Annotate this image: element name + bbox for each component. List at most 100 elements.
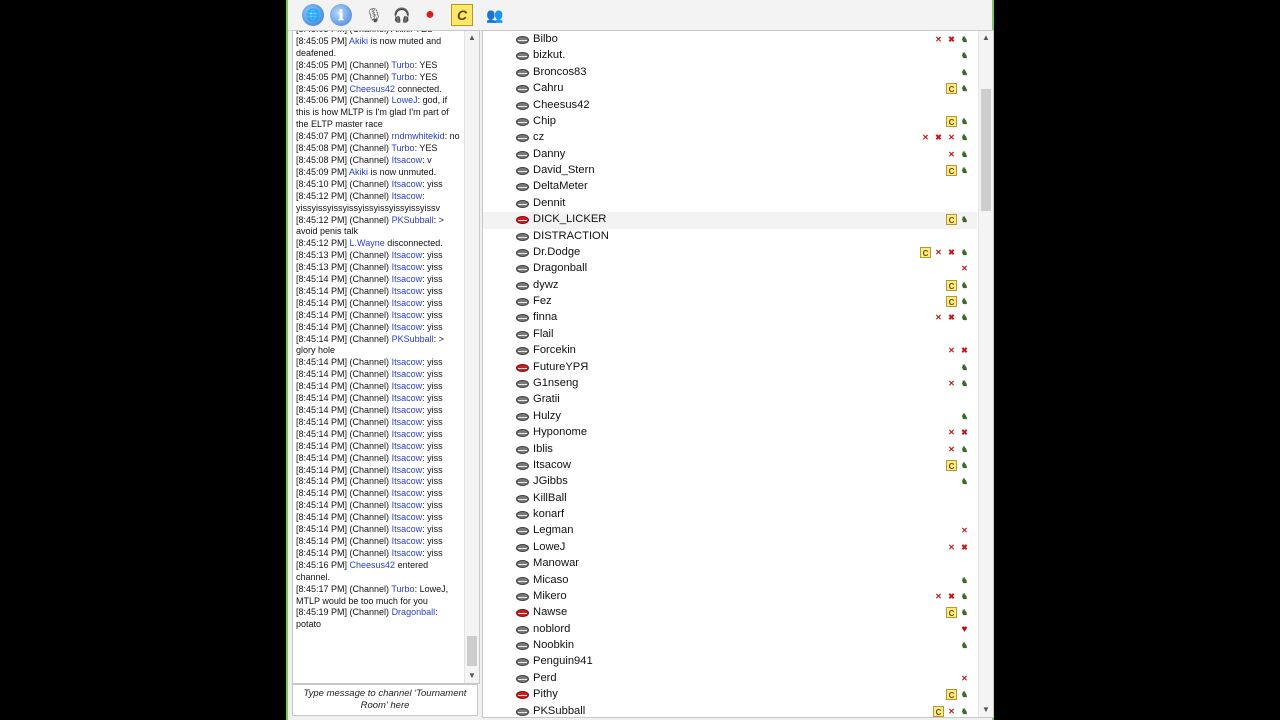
user-list-item[interactable]: Forcekin ✕ ✖	[483, 343, 977, 359]
chat-username-link[interactable]: Itsacow	[392, 536, 423, 546]
chat-username-link[interactable]: Itsacow	[392, 524, 423, 534]
chat-username-link[interactable]: Itsacow	[392, 191, 423, 201]
user-list-item[interactable]: Nawse C ♞	[483, 605, 977, 621]
user-list-item[interactable]: cz ✕ ✖ ✕ ♞	[483, 130, 977, 146]
user-list-item[interactable]: DICK_LICKER C ♞	[483, 212, 977, 229]
user-list-item[interactable]: Cahru C ♞	[483, 81, 977, 97]
user-list-item[interactable]: Hyponome ✕ ✖	[483, 425, 977, 441]
chat-username-link[interactable]: Akiki	[349, 36, 368, 46]
message-input[interactable]: Type message to channel 'Tournament Room…	[292, 684, 478, 716]
user-list-pane[interactable]: Bilbo ✕ ✖ ♞ bizkut. ♞ Broncos83 ♞ Cahru C ♞ Cheesus…	[482, 30, 994, 718]
chat-username-link[interactable]: Itsacow	[392, 500, 423, 510]
user-list-item[interactable]: Dr.Dodge C ✕ ✖ ♞	[483, 245, 977, 261]
users-icon[interactable]: 👥	[484, 4, 506, 26]
headphones-icon[interactable]: 🎧	[391, 4, 413, 26]
user-scroll-thumb[interactable]	[981, 89, 991, 211]
user-list-item[interactable]: Broncos83 ♞	[483, 65, 977, 81]
chat-username-link[interactable]: PKSubball	[392, 215, 434, 225]
chat-username-link[interactable]: Turbo	[391, 60, 414, 70]
user-list-item[interactable]: FutureYPЯ ♞	[483, 360, 977, 376]
chat-scrollbar[interactable]: ▲ ▼	[464, 31, 479, 683]
chat-username-link[interactable]: Itsacow	[392, 357, 423, 367]
chat-username-link[interactable]: Turbo	[391, 143, 414, 153]
user-list-item[interactable]: Micaso ♞	[483, 573, 977, 589]
chat-username-link[interactable]: LoweJ	[392, 95, 418, 105]
chat-username-link[interactable]: Itsacow	[392, 369, 423, 379]
user-list-item[interactable]: PKSubball C ✕ ♞	[483, 704, 977, 717]
chat-username-link[interactable]: Itsacow	[392, 155, 423, 165]
chat-username-link[interactable]: Itsacow	[392, 262, 423, 272]
info-icon[interactable]: ℹ	[330, 4, 352, 26]
user-list-item[interactable]: Manowar	[483, 556, 977, 572]
user-list-item[interactable]: Cheesus42	[483, 98, 977, 114]
chat-username-link[interactable]: Itsacow	[392, 488, 423, 498]
chat-username-link[interactable]: Itsacow	[392, 250, 423, 260]
microphone-icon[interactable]: 🎙	[363, 4, 385, 26]
user-list-item[interactable]: Danny ✕ ♞	[483, 147, 977, 163]
user-list-item[interactable]: Iblis ✕ ♞	[483, 442, 977, 458]
chat-username-link[interactable]: Itsacow	[392, 381, 423, 391]
user-list-item[interactable]: Dennit	[483, 196, 977, 212]
user-scroll-down-icon[interactable]: ▼	[979, 703, 993, 717]
chat-username-link[interactable]: Itsacow	[392, 310, 423, 320]
user-list-item[interactable]: Pithy C ♞	[483, 687, 977, 703]
globe-icon[interactable]: 🌐	[302, 4, 324, 26]
user-list-item[interactable]: Mikero ✕ ✖ ♞	[483, 589, 977, 605]
user-list-item[interactable]: DISTRACTION	[483, 229, 977, 245]
user-list-item[interactable]: Perd ✕	[483, 671, 977, 687]
chat-username-link[interactable]: Itsacow	[392, 274, 423, 284]
chat-username-link[interactable]: Itsacow	[392, 548, 423, 558]
chat-username-link[interactable]: Itsacow	[392, 465, 423, 475]
user-list-item[interactable]: Gratii	[483, 392, 977, 408]
user-list-item[interactable]: LoweJ ✕ ✖	[483, 540, 977, 556]
user-list-item[interactable]: noblord ♥	[483, 622, 977, 638]
chat-log-pane[interactable]: [8:45:05 PM] (Channel) Akiki: YES[8:45:0…	[292, 30, 480, 684]
chat-username-link[interactable]: Itsacow	[392, 512, 423, 522]
channel-commander-icon[interactable]: C	[451, 4, 473, 26]
chat-scroll-thumb[interactable]	[467, 636, 477, 666]
user-list-item[interactable]: DeltaMeter	[483, 179, 977, 195]
chat-scroll-down-icon[interactable]: ▼	[465, 669, 479, 683]
user-list-item[interactable]: Noobkin ♞	[483, 638, 977, 654]
user-list-item[interactable]: Fez C ♞	[483, 294, 977, 310]
chat-username-link[interactable]: Itsacow	[392, 453, 423, 463]
chat-username-link[interactable]: Itsacow	[392, 476, 423, 486]
chat-username-link[interactable]: Itsacow	[392, 429, 423, 439]
user-list-item[interactable]: G1nseng ✕ ♞	[483, 376, 977, 392]
chat-username-link[interactable]: Itsacow	[392, 393, 423, 403]
user-list-item[interactable]: bizkut. ♞	[483, 48, 977, 64]
user-list-item[interactable]: finna ✕ ✖ ♞	[483, 310, 977, 326]
user-list-item[interactable]: JGibbs ♞	[483, 474, 977, 490]
chat-scroll-up-icon[interactable]: ▲	[465, 31, 479, 45]
user-list-item[interactable]: konarf	[483, 507, 977, 523]
chat-username-link[interactable]: Itsacow	[392, 179, 423, 189]
user-list-item[interactable]: dywz C ♞	[483, 278, 977, 294]
chat-username-link[interactable]: L.Wayne	[350, 238, 385, 248]
user-list-item[interactable]: KillBall	[483, 491, 977, 507]
user-list-item[interactable]: Hulzy ♞	[483, 409, 977, 425]
user-list-item[interactable]: Chip C ♞	[483, 114, 977, 130]
chat-username-link[interactable]: PKSubball	[392, 334, 434, 344]
user-list-item[interactable]: Penguin941	[483, 654, 977, 670]
user-list-item[interactable]: Dragonball ✕	[483, 261, 977, 277]
user-list-item[interactable]: David_Stern C ♞	[483, 163, 977, 179]
record-icon[interactable]: ●	[419, 4, 441, 26]
user-list-item[interactable]: Legman ✕	[483, 523, 977, 539]
chat-username-link[interactable]: Cheesus42	[350, 560, 396, 570]
chat-username-link[interactable]: Turbo	[391, 584, 414, 594]
user-list-item[interactable]: Itsacow C ♞	[483, 458, 977, 474]
chat-username-link[interactable]: Itsacow	[392, 417, 423, 427]
chat-username-link[interactable]: rndmwhitekid	[392, 131, 445, 141]
user-scroll-up-icon[interactable]: ▲	[979, 31, 993, 45]
chat-username-link[interactable]: Itsacow	[392, 286, 423, 296]
chat-username-link[interactable]: Itsacow	[392, 441, 423, 451]
chat-username-link[interactable]: Dragonball	[392, 607, 436, 617]
user-list-scrollbar[interactable]: ▲ ▼	[978, 31, 993, 717]
user-list-item[interactable]: Flail	[483, 327, 977, 343]
chat-username-link[interactable]: Turbo	[391, 72, 414, 82]
chat-username-link[interactable]: Akiki	[349, 167, 368, 177]
chat-username-link[interactable]: Itsacow	[392, 298, 423, 308]
chat-username-link[interactable]: Cheesus42	[350, 84, 396, 94]
chat-username-link[interactable]: Itsacow	[392, 322, 423, 332]
user-list-item[interactable]: Bilbo ✕ ✖ ♞	[483, 32, 977, 48]
